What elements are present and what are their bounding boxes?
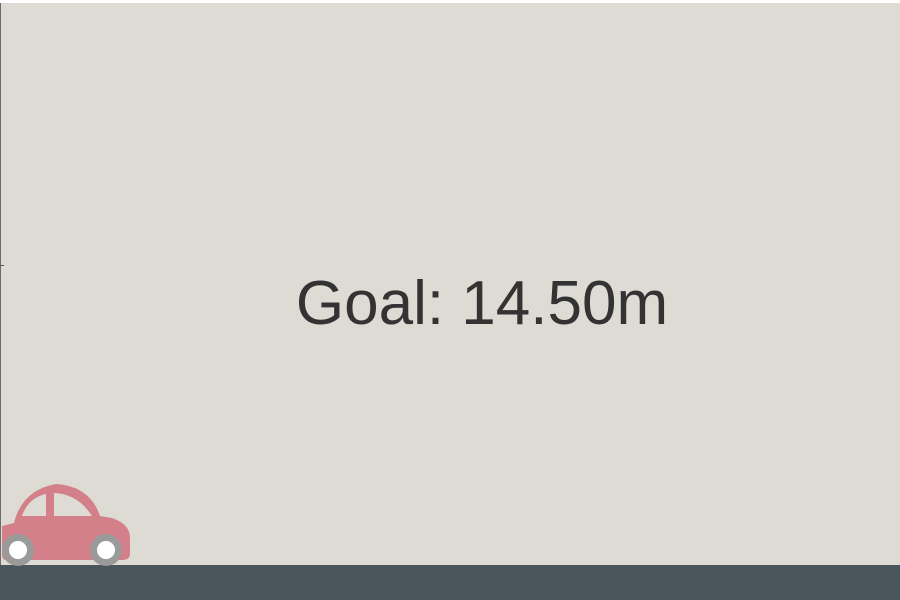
- road: [0, 565, 900, 600]
- front-wheel: [90, 534, 122, 566]
- car-icon: [2, 484, 130, 566]
- game-canvas[interactable]: Goal: 14.50m: [0, 0, 900, 600]
- left-edge-tick: [0, 265, 4, 266]
- rear-wheel: [2, 534, 34, 566]
- top-border: [0, 0, 900, 3]
- goal-label: Goal: 14.50m: [295, 269, 669, 338]
